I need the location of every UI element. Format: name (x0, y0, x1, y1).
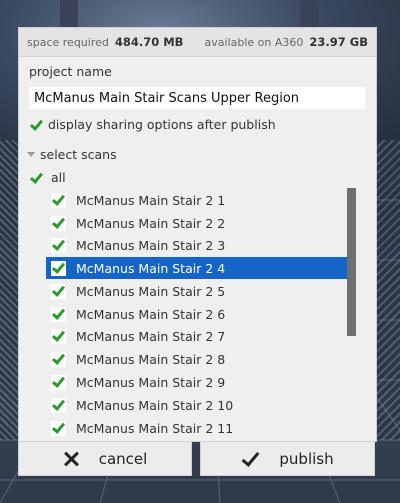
scan-label: McManus Main Stair 2 2 (76, 215, 226, 231)
scan-label: McManus Main Stair 2 7 (76, 328, 226, 344)
scan-list[interactable]: McManus Main Stair 2 1 McManus Main Stai… (19, 188, 376, 441)
scan-list-item[interactable]: McManus Main Stair 2 6 (46, 303, 349, 325)
cancel-button[interactable]: cancel (18, 441, 192, 476)
scan-label: McManus Main Stair 2 8 (76, 351, 226, 367)
scan-list-item[interactable]: McManus Main Stair 2 1 (46, 189, 349, 211)
sharing-option-row[interactable]: display sharing options after publish (29, 117, 276, 132)
scan-label: McManus Main Stair 2 11 (76, 420, 234, 436)
available-value: 23.97 GB (309, 35, 368, 49)
select-scans-header[interactable]: select scans (27, 147, 117, 162)
publish-dialog: space required 484.70 MB available on A3… (18, 27, 377, 442)
scan-label: McManus Main Stair 2 4 (76, 260, 226, 276)
cancel-label: cancel (98, 449, 148, 468)
select-all-checkbox[interactable] (29, 171, 42, 184)
publish-label: publish (279, 449, 334, 468)
scan-list-item[interactable]: McManus Main Stair 2 5 (46, 280, 349, 302)
checkmark-icon (241, 451, 259, 467)
scan-checkbox[interactable] (51, 306, 66, 322)
publish-button[interactable]: publish (200, 441, 375, 476)
scan-checkbox[interactable] (51, 420, 66, 436)
scan-label: McManus Main Stair 2 3 (76, 237, 226, 253)
scan-checkbox[interactable] (51, 328, 66, 344)
scan-label: McManus Main Stair 2 9 (76, 374, 226, 390)
available-label: available on A360 (204, 35, 304, 49)
collapse-triangle-icon[interactable] (27, 152, 35, 157)
scan-list-item[interactable]: McManus Main Stair 2 11 (46, 417, 349, 439)
scan-checkbox[interactable] (51, 351, 66, 367)
project-name-input[interactable] (29, 87, 365, 109)
scan-checkbox[interactable] (51, 192, 66, 208)
scan-list-item[interactable]: McManus Main Stair 2 3 (46, 234, 349, 256)
scan-label: McManus Main Stair 2 6 (76, 306, 226, 322)
select-all-label: all (51, 170, 66, 185)
select-all-row[interactable]: all (29, 170, 66, 185)
scan-checkbox[interactable] (51, 283, 66, 299)
scan-checkbox[interactable] (51, 215, 66, 231)
space-required-label: space required (27, 35, 109, 49)
storage-bar: space required 484.70 MB available on A3… (19, 28, 376, 57)
scan-list-item-selected[interactable]: McManus Main Stair 2 4 (46, 257, 349, 279)
scrollbar-thumb[interactable] (347, 188, 356, 336)
scan-list-item[interactable]: McManus Main Stair 2 2 (46, 212, 349, 234)
scan-label: McManus Main Stair 2 10 (76, 397, 234, 413)
select-scans-label: select scans (40, 147, 117, 162)
scan-label: McManus Main Stair 2 1 (76, 192, 226, 208)
project-name-label: project name (29, 64, 112, 79)
space-required-value: 484.70 MB (114, 35, 184, 49)
scan-list-item[interactable]: McManus Main Stair 2 9 (46, 371, 349, 393)
scan-list-scrollbar[interactable] (347, 188, 356, 441)
scan-checkbox[interactable] (51, 260, 66, 276)
close-icon (63, 451, 79, 467)
scan-list-item[interactable]: McManus Main Stair 2 10 (46, 394, 349, 416)
scan-list-item[interactable]: McManus Main Stair 2 8 (46, 348, 349, 370)
scan-checkbox[interactable] (51, 374, 66, 390)
scan-checkbox[interactable] (51, 397, 66, 413)
sharing-checkbox[interactable] (29, 118, 42, 131)
scan-checkbox[interactable] (51, 237, 66, 253)
scan-list-item[interactable]: McManus Main Stair 2 7 (46, 325, 349, 347)
sharing-option-label: display sharing options after publish (48, 117, 276, 132)
scan-label: McManus Main Stair 2 5 (76, 283, 226, 299)
